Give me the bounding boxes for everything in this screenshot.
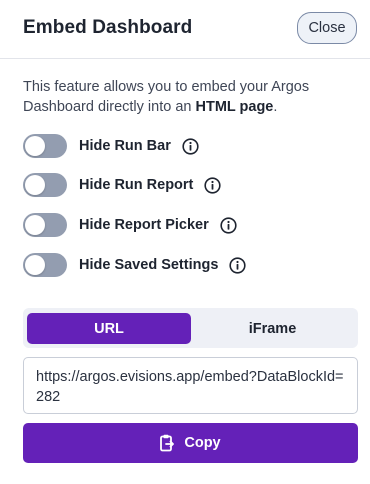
hide-report-picker-label: Hide Report Picker — [79, 217, 209, 233]
hide-run-bar-label: Hide Run Bar — [79, 138, 171, 154]
dialog-title: Embed Dashboard — [23, 17, 193, 38]
toggle-knob — [25, 175, 45, 195]
info-icon[interactable] — [229, 256, 247, 274]
tab-iframe[interactable]: iFrame — [191, 313, 354, 344]
hide-report-picker-toggle[interactable] — [23, 213, 67, 237]
info-icon[interactable] — [220, 216, 237, 234]
hide-saved-settings-toggle[interactable] — [23, 253, 67, 277]
embed-type-tabs: URL iFrame — [23, 308, 358, 348]
dialog-header: Embed Dashboard Close — [0, 0, 370, 59]
hide-run-bar-toggle[interactable] — [23, 134, 67, 158]
toggle-row-hide-run-report: Hide Run Report — [23, 172, 221, 198]
toggle-knob — [25, 215, 45, 235]
clipboard-icon — [160, 434, 175, 452]
hide-run-report-label: Hide Run Report — [79, 177, 194, 193]
info-icon[interactable] — [204, 176, 221, 194]
toggle-knob — [25, 136, 45, 156]
copy-button-label: Copy — [184, 435, 221, 451]
hide-saved-settings-label: Hide Saved Settings — [79, 257, 219, 273]
toggle-row-hide-run-bar: Hide Run Bar — [23, 133, 199, 159]
embed-url-field[interactable]: https://argos.evisions.app/embed?DataBlo… — [23, 357, 358, 414]
description-end: . — [273, 99, 278, 115]
tab-url[interactable]: URL — [27, 313, 191, 344]
close-button[interactable]: Close — [297, 12, 357, 44]
info-icon[interactable] — [182, 137, 199, 155]
description-emphasis: HTML page — [195, 99, 274, 115]
copy-button[interactable]: Copy — [23, 423, 358, 463]
feature-description: This feature allows you to embed your Ar… — [23, 77, 353, 117]
toggle-row-hide-saved-settings: Hide Saved Settings — [23, 252, 247, 278]
toggle-knob — [25, 255, 45, 275]
toggle-row-hide-report-picker: Hide Report Picker — [23, 212, 237, 238]
hide-run-report-toggle[interactable] — [23, 173, 67, 197]
